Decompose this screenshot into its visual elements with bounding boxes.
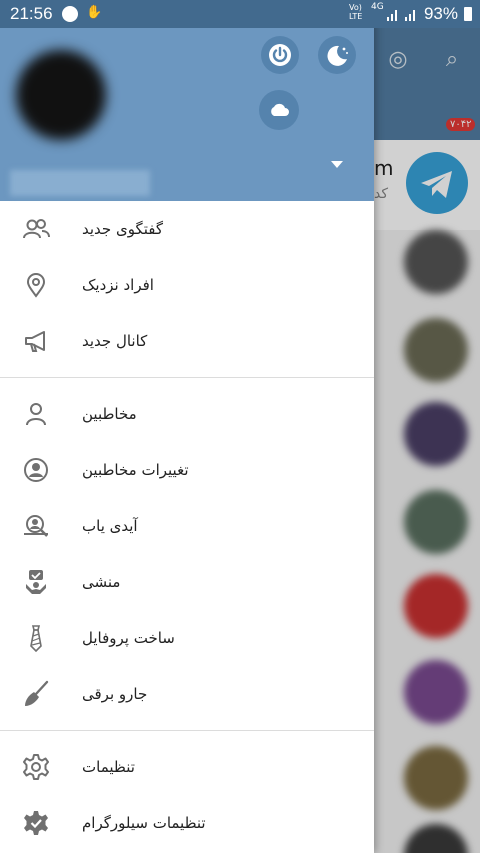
location-pin-icon	[26, 273, 46, 298]
cloud-icon	[271, 103, 289, 116]
menu-label: منشی	[82, 573, 121, 591]
megaphone-icon	[25, 331, 45, 352]
battery-percent: 93%	[423, 4, 458, 23]
menu-item-contacts[interactable]: مخاطبین	[0, 386, 374, 442]
menu-label: آیدی یاب	[82, 517, 138, 535]
profile-avatar[interactable]	[16, 50, 106, 140]
id-finder-icon	[24, 515, 48, 537]
group-icon	[23, 219, 50, 239]
vpn-icon	[62, 6, 78, 22]
menu-divider	[0, 377, 374, 378]
contact-changes-icon	[24, 458, 48, 482]
volte-icon: Vo) LTE	[349, 3, 363, 21]
menu-item-cleaner[interactable]: جارو برقی	[0, 666, 374, 722]
menu-item-settings[interactable]: تنظیمات	[0, 739, 374, 795]
drawer-menu: گفتگوی جدید افراد نزدیک کانال جدید مخاطب…	[0, 201, 374, 851]
power-icon	[269, 44, 291, 66]
menu-item-secretary[interactable]: منشی	[0, 554, 374, 610]
status-time: 21:56	[10, 4, 53, 23]
menu-label: جارو برقی	[82, 685, 148, 703]
signal-icon	[387, 7, 421, 24]
menu-label: مخاطبین	[82, 405, 137, 423]
account-switch-caret-icon[interactable]	[331, 161, 343, 168]
menu-item-people-nearby[interactable]: افراد نزدیک	[0, 257, 374, 313]
vibrate-icon: ✋	[86, 5, 103, 20]
menu-item-new-channel[interactable]: کانال جدید	[0, 313, 374, 369]
battery-icon	[464, 7, 472, 21]
menu-label: تنظیمات	[82, 758, 135, 776]
menu-item-new-group[interactable]: گفتگوی جدید	[0, 201, 374, 257]
profile-name-redacted	[10, 170, 150, 196]
status-bar: 21:56 ✋ Vo) LTE 4G 93%	[0, 0, 480, 28]
menu-label: تغییرات مخاطبین	[82, 461, 189, 479]
navigation-drawer: گفتگوی جدید افراد نزدیک کانال جدید مخاطب…	[0, 0, 374, 853]
network-type-icon: 4G	[371, 2, 384, 12]
person-icon	[26, 403, 46, 426]
drawer-header	[0, 28, 374, 201]
menu-label: ساخت پروفایل	[82, 629, 175, 647]
menu-divider	[0, 730, 374, 731]
menu-item-silvergram-settings[interactable]: تنظیمات سیلورگرام	[0, 795, 374, 851]
menu-item-create-profile[interactable]: ساخت پروفایل	[0, 610, 374, 666]
menu-label: افراد نزدیک	[82, 276, 154, 294]
gear-check-icon	[24, 811, 48, 835]
broom-icon	[25, 680, 49, 706]
secretary-icon	[26, 570, 46, 594]
gear-icon	[23, 754, 49, 780]
menu-label: تنظیمات سیلورگرام	[82, 814, 206, 832]
menu-item-contact-changes[interactable]: تغییرات مخاطبین	[0, 442, 374, 498]
night-mode-icon	[327, 45, 348, 66]
tie-icon	[30, 625, 42, 652]
menu-label: کانال جدید	[82, 332, 148, 350]
menu-label: گفتگوی جدید	[82, 220, 163, 238]
menu-item-id-finder[interactable]: آیدی یاب	[0, 498, 374, 554]
drawer-scrim[interactable]	[374, 0, 480, 853]
power-button[interactable]	[261, 36, 299, 74]
night-mode-button[interactable]	[318, 36, 356, 74]
saved-messages-button[interactable]	[259, 90, 299, 130]
